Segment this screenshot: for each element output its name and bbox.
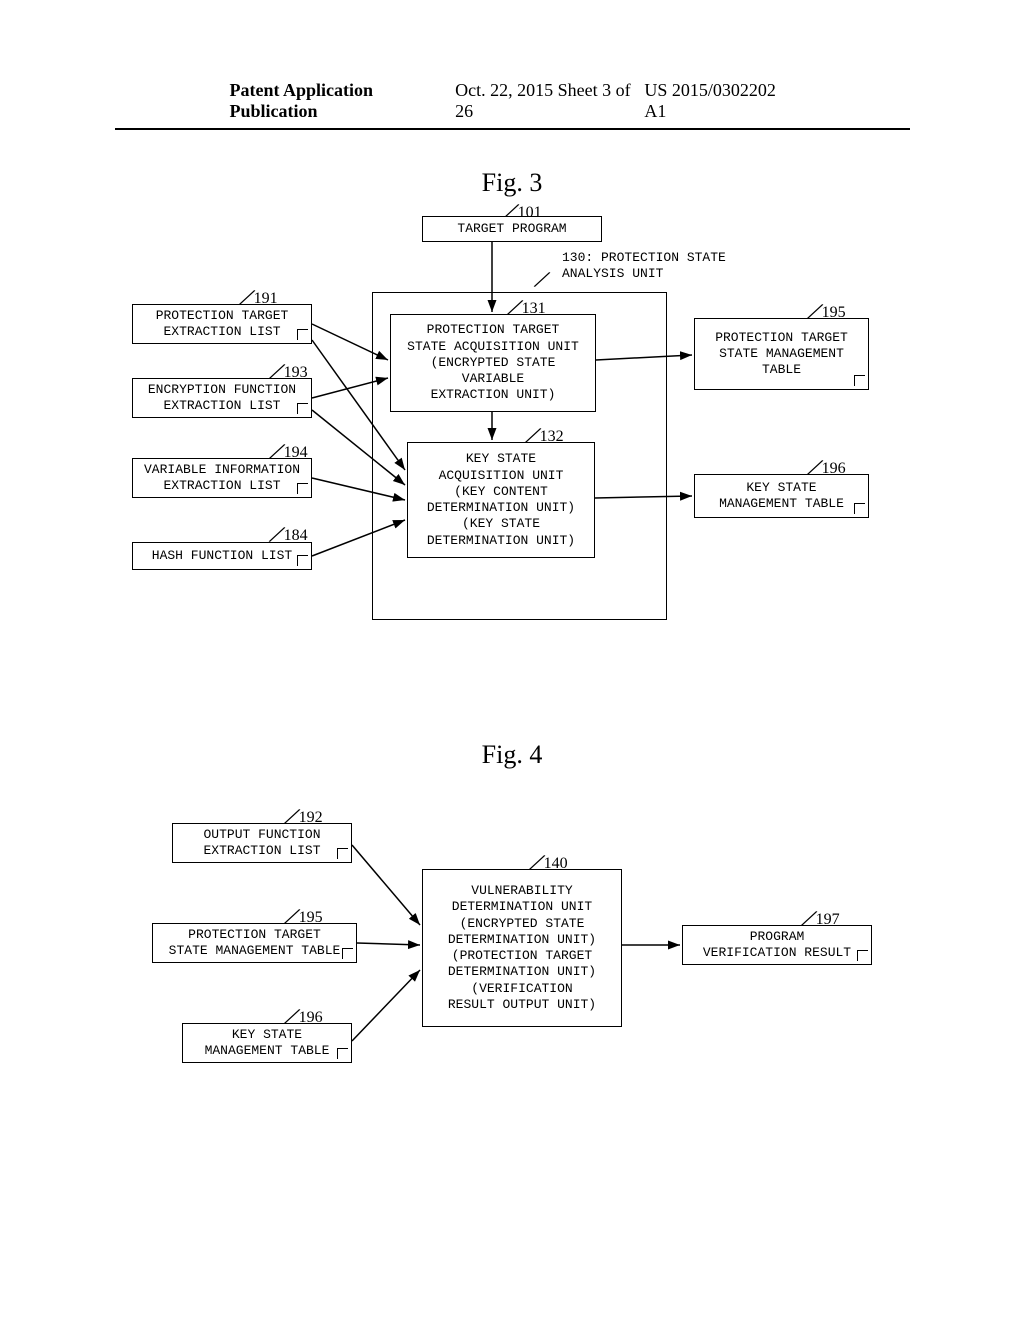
hash-function-list-box: HASH FUNCTION LIST: [132, 542, 312, 570]
key-state-mgmt-table-label: KEY STATE MANAGEMENT TABLE: [205, 1027, 330, 1060]
encryption-function-extraction-list-label: ENCRYPTION FUNCTION EXTRACTION LIST: [148, 382, 296, 415]
unit-132-label: KEY STATE ACQUISITION UNIT (KEY CONTENT …: [427, 451, 575, 549]
program-verification-result-box: PROGRAM VERIFICATION RESULT: [682, 925, 872, 965]
figure-4-diagram: ╱192 ╱195 ╱196 ╱140 ╱197 OUTPUT FUNCTION…: [122, 805, 902, 1135]
protection-target-extraction-list-box: PROTECTION TARGET EXTRACTION LIST: [132, 304, 312, 344]
protection-target-state-mgmt-table-box: PROTECTION TARGET STATE MANAGEMENT TABLE: [152, 923, 357, 963]
variable-information-extraction-list-box: VARIABLE INFORMATION EXTRACTION LIST: [132, 458, 312, 498]
unit-140-label: VULNERABILITY DETERMINATION UNIT (ENCRYP…: [448, 883, 596, 1013]
unit-132-box: KEY STATE ACQUISITION UNIT (KEY CONTENT …: [407, 442, 595, 558]
figure-4-title: Fig. 4: [482, 740, 543, 770]
program-verification-result-label: PROGRAM VERIFICATION RESULT: [703, 929, 851, 962]
variable-information-extraction-list-label: VARIABLE INFORMATION EXTRACTION LIST: [144, 462, 300, 495]
header-left: Patent Application Publication: [230, 80, 456, 122]
page-header: Patent Application Publication Oct. 22, …: [115, 80, 910, 130]
table-196-label: KEY STATE MANAGEMENT TABLE: [719, 480, 844, 513]
unit-131-box: PROTECTION TARGET STATE ACQUISITION UNIT…: [390, 314, 596, 412]
table-195-label: PROTECTION TARGET STATE MANAGEMENT TABLE: [715, 330, 848, 379]
header-center: Oct. 22, 2015 Sheet 3 of 26: [455, 80, 644, 122]
target-program-box: TARGET PROGRAM: [422, 216, 602, 242]
table-195-box: PROTECTION TARGET STATE MANAGEMENT TABLE: [694, 318, 869, 390]
encryption-function-extraction-list-box: ENCRYPTION FUNCTION EXTRACTION LIST: [132, 378, 312, 418]
table-196-box: KEY STATE MANAGEMENT TABLE: [694, 474, 869, 518]
protection-target-extraction-list-label: PROTECTION TARGET EXTRACTION LIST: [156, 308, 289, 341]
key-state-mgmt-table-box: KEY STATE MANAGEMENT TABLE: [182, 1023, 352, 1063]
protection-target-state-mgmt-table-label: PROTECTION TARGET STATE MANAGEMENT TABLE: [169, 927, 341, 960]
figure-3-diagram: 130: PROTECTION STATE ANALYSIS UNIT ╱101…: [122, 210, 902, 630]
unit-130-label: 130: PROTECTION STATE ANALYSIS UNIT: [562, 250, 792, 283]
unit-131-label: PROTECTION TARGET STATE ACQUISITION UNIT…: [407, 322, 579, 403]
figure-3-title: Fig. 3: [482, 168, 543, 198]
header-right: US 2015/0302202 A1: [644, 80, 794, 122]
output-function-extraction-list-box: OUTPUT FUNCTION EXTRACTION LIST: [172, 823, 352, 863]
target-program-label: TARGET PROGRAM: [457, 221, 566, 237]
unit-140-box: VULNERABILITY DETERMINATION UNIT (ENCRYP…: [422, 869, 622, 1027]
ref-130-tick: ╱: [537, 270, 549, 290]
output-function-extraction-list-label: OUTPUT FUNCTION EXTRACTION LIST: [203, 827, 320, 860]
hash-function-list-label: HASH FUNCTION LIST: [152, 548, 292, 564]
